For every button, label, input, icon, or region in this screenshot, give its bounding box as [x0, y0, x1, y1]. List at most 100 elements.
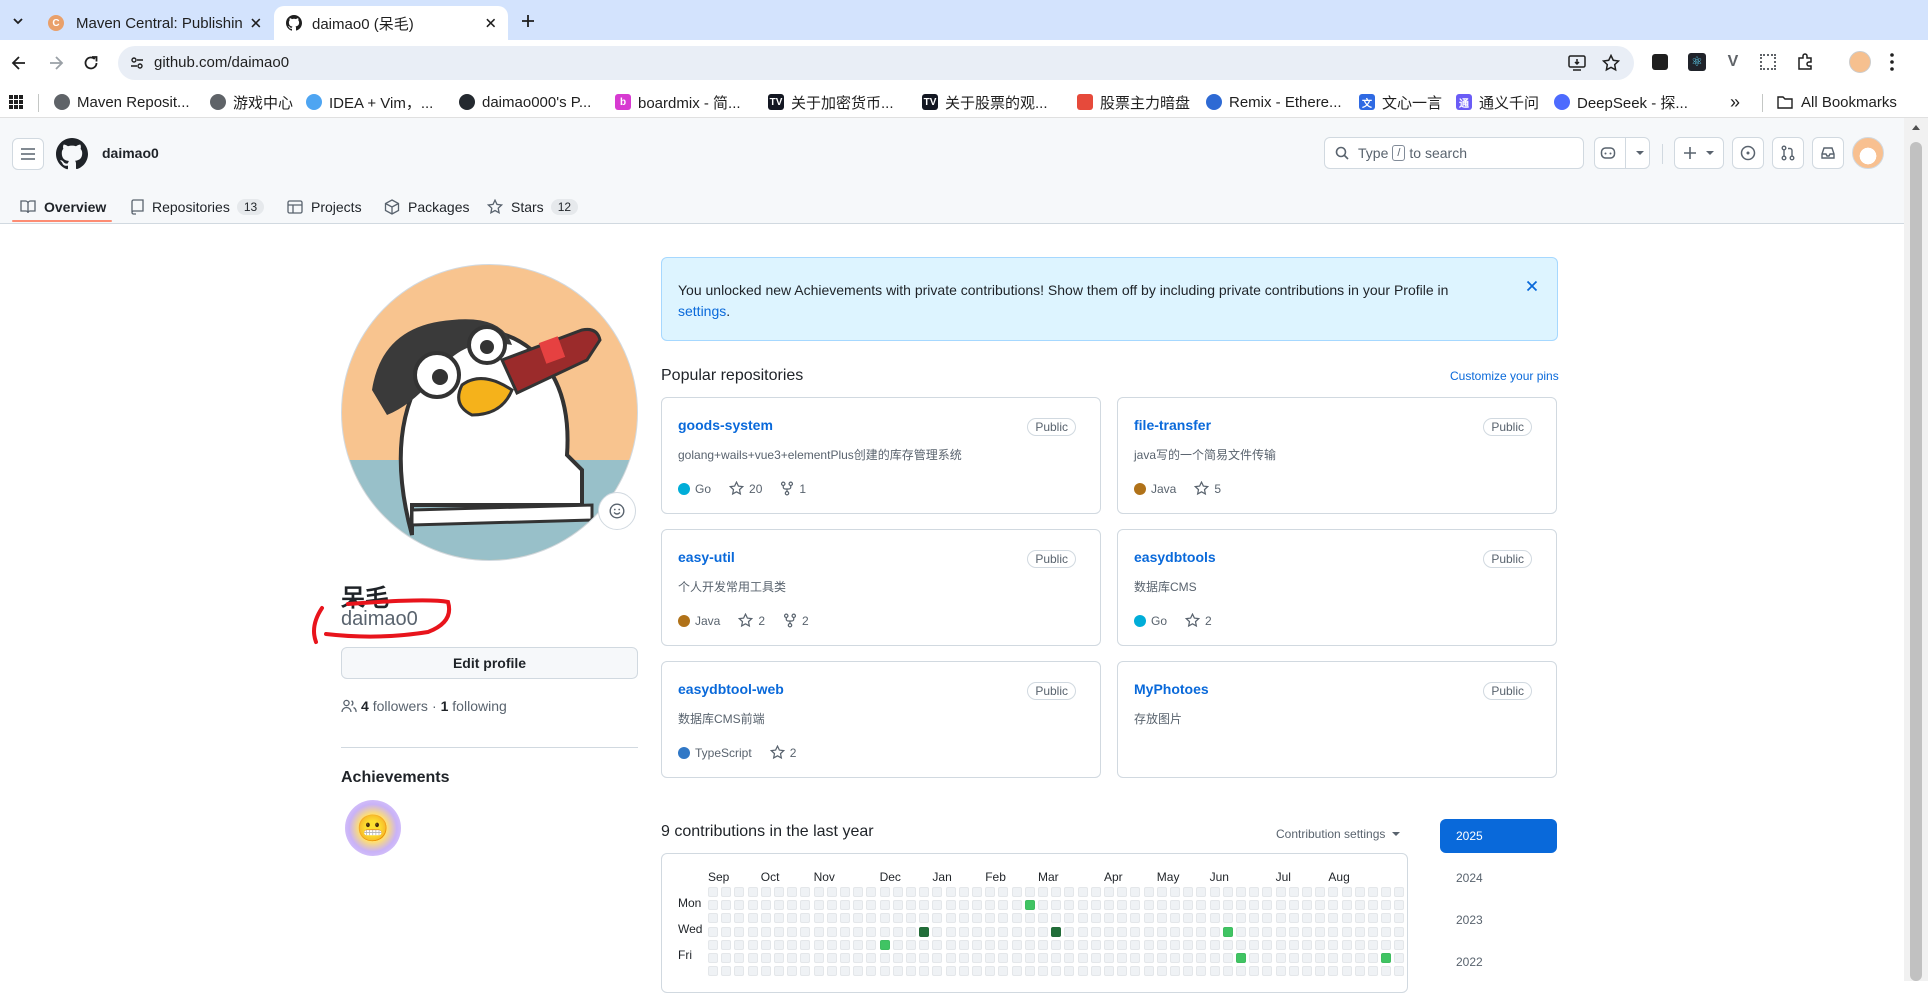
contribution-cell[interactable] [1130, 913, 1141, 924]
contribution-cell[interactable] [1104, 913, 1114, 924]
contribution-cell[interactable] [1143, 913, 1154, 924]
contribution-cell[interactable] [1024, 900, 1035, 911]
contribution-cell[interactable] [1090, 913, 1101, 924]
star-icon[interactable] [1194, 481, 1210, 496]
contribution-cell[interactable] [1090, 966, 1101, 977]
achievement-badge[interactable]: 😬 [345, 800, 401, 856]
repo-name-link[interactable]: file-transfer [1134, 417, 1211, 433]
contribution-cell[interactable] [998, 953, 1009, 963]
contribution-cell[interactable] [892, 913, 903, 924]
contribution-cell[interactable] [1328, 887, 1339, 897]
contribution-cell[interactable] [1196, 913, 1207, 924]
contribution-cell[interactable] [787, 966, 798, 977]
settings-link[interactable]: settings [678, 303, 726, 319]
contribution-cell[interactable] [892, 887, 903, 897]
contribution-cell[interactable] [840, 953, 850, 963]
contribution-cell[interactable] [892, 900, 903, 911]
contribution-cell[interactable] [1302, 887, 1312, 897]
contribution-cell[interactable] [1209, 913, 1220, 924]
contribution-cell[interactable] [945, 913, 956, 924]
following-link[interactable]: 1 following [441, 698, 507, 714]
copilot-button[interactable] [1594, 137, 1650, 169]
contribution-cell[interactable] [1117, 926, 1128, 937]
contribution-cell[interactable] [853, 953, 864, 963]
contribution-cell[interactable] [853, 913, 864, 924]
contribution-cell[interactable] [1011, 913, 1022, 924]
contribution-cell[interactable] [985, 900, 996, 911]
contribution-cell[interactable] [1170, 926, 1180, 937]
search-input[interactable]: Type / to search [1324, 137, 1584, 169]
contribution-cell[interactable] [1038, 953, 1048, 963]
contribution-cell[interactable] [972, 887, 982, 897]
contribution-cell[interactable] [879, 926, 890, 937]
contribution-cell[interactable] [866, 887, 877, 897]
contribution-cell[interactable] [1038, 900, 1048, 911]
contribution-cell[interactable] [1090, 939, 1101, 950]
contribution-cell[interactable] [1302, 966, 1312, 977]
contribution-cell[interactable] [1130, 887, 1141, 897]
contribution-cell[interactable] [1249, 913, 1260, 924]
back-icon[interactable] [10, 54, 28, 72]
contribution-cell[interactable] [708, 966, 718, 977]
contribution-cell[interactable] [1315, 966, 1326, 977]
contribution-cell[interactable] [813, 953, 824, 963]
contribution-cell[interactable] [998, 887, 1009, 897]
contribution-cell[interactable] [1117, 887, 1128, 897]
contribution-cell[interactable] [1315, 926, 1326, 937]
bookmark-item[interactable]: 文文心一言 [1359, 90, 1442, 114]
contribution-cell[interactable] [1024, 939, 1035, 950]
profile-avatar[interactable] [341, 264, 638, 561]
contribution-cell[interactable] [1315, 900, 1326, 911]
contribution-cell[interactable] [972, 966, 982, 977]
contribution-cell[interactable] [1117, 939, 1128, 950]
contribution-cell[interactable] [1183, 887, 1194, 897]
contribution-cell[interactable] [945, 900, 956, 911]
browser-tab-maven[interactable]: C Maven Central: Publishin [36, 6, 274, 40]
contribution-cell[interactable] [1394, 887, 1405, 897]
contribution-cell[interactable] [1341, 900, 1352, 911]
contribution-cell[interactable] [787, 953, 798, 963]
vue-devtools-icon[interactable]: V [1724, 53, 1742, 71]
contribution-cell[interactable] [985, 939, 996, 950]
contribution-cell[interactable] [1156, 900, 1167, 911]
bookmark-item[interactable]: Maven Reposit... [54, 90, 190, 114]
contribution-cell[interactable] [1381, 953, 1392, 963]
contribution-cell[interactable] [879, 953, 890, 963]
contribution-cell[interactable] [1236, 913, 1246, 924]
contribution-cell[interactable] [919, 900, 930, 911]
contribution-cell[interactable] [1288, 953, 1299, 963]
contribution-cell[interactable] [813, 900, 824, 911]
contribution-cell[interactable] [1183, 926, 1194, 937]
year-2022-button[interactable]: 2022 [1440, 945, 1557, 979]
contribution-cell[interactable] [1236, 953, 1246, 963]
contribution-cell[interactable] [945, 887, 956, 897]
contribution-cell[interactable] [1064, 939, 1075, 950]
contribution-cell[interactable] [787, 887, 798, 897]
star-icon[interactable] [738, 613, 754, 628]
contribution-cell[interactable] [1077, 887, 1088, 897]
contribution-cell[interactable] [1236, 887, 1246, 897]
contribution-cell[interactable] [1288, 926, 1299, 937]
contribution-cell[interactable] [1130, 926, 1141, 937]
contribution-cell[interactable] [919, 887, 930, 897]
contribution-cell[interactable] [1368, 926, 1378, 937]
contribution-cell[interactable] [1196, 939, 1207, 950]
contribution-cell[interactable] [958, 926, 969, 937]
contribution-cell[interactable] [1262, 913, 1273, 924]
contribution-cell[interactable] [1077, 926, 1088, 937]
contribution-cell[interactable] [866, 900, 877, 911]
fork-icon[interactable] [780, 481, 794, 496]
contribution-cell[interactable] [1249, 926, 1260, 937]
contribution-cell[interactable] [932, 887, 943, 897]
contribution-cell[interactable] [747, 953, 758, 963]
contribution-cell[interactable] [787, 926, 798, 937]
contribution-cell[interactable] [1288, 913, 1299, 924]
contribution-cell[interactable] [1117, 953, 1128, 963]
contribution-cell[interactable] [879, 966, 890, 977]
contribution-cell[interactable] [1236, 939, 1246, 950]
contribution-cell[interactable] [866, 926, 877, 937]
contribution-cell[interactable] [1209, 939, 1220, 950]
contribution-cell[interactable] [958, 953, 969, 963]
contribution-cell[interactable] [1104, 939, 1114, 950]
contribution-cell[interactable] [787, 900, 798, 911]
